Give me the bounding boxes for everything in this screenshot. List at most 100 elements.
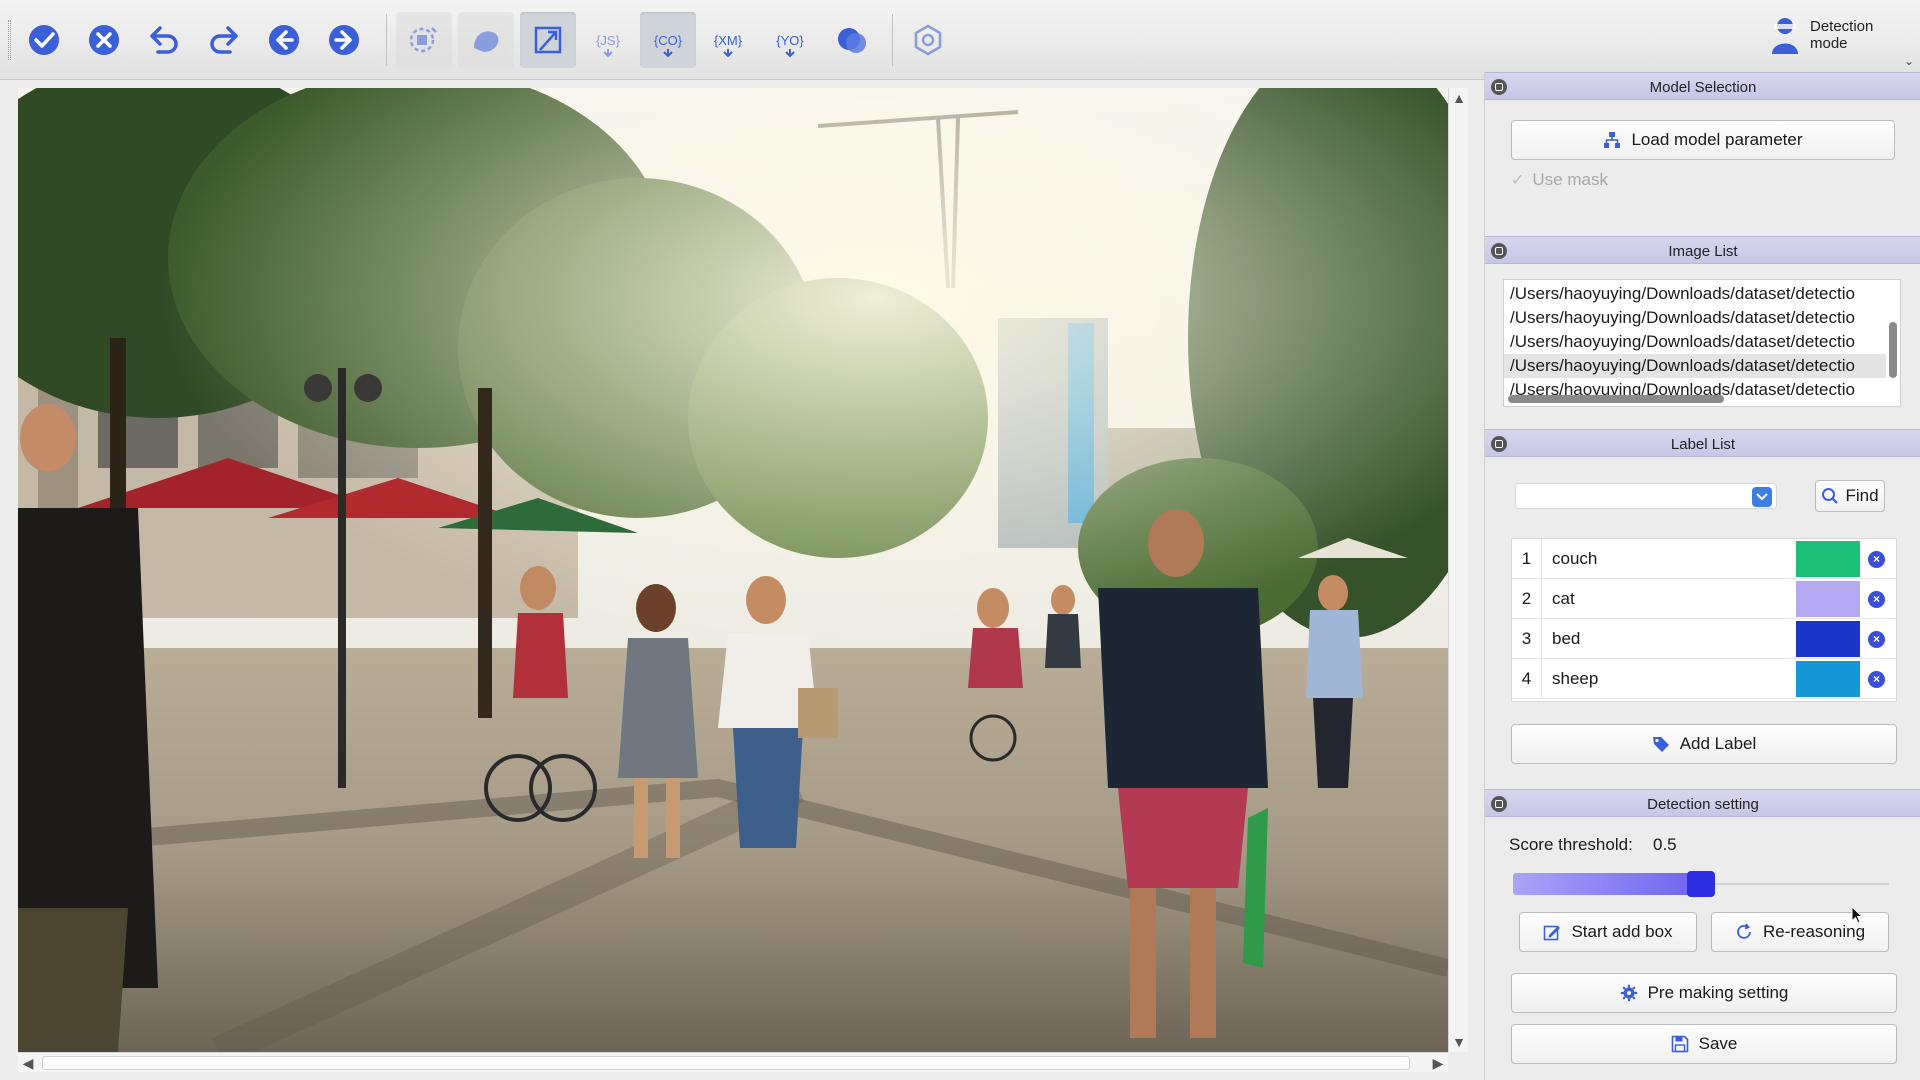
next-icon <box>329 25 359 55</box>
next-button[interactable] <box>316 12 372 68</box>
image-list-horizontal-scroll-thumb[interactable] <box>1508 395 1724 403</box>
label-name[interactable]: couch <box>1552 539 1597 579</box>
coco-export-button[interactable]: {CO} <box>640 12 696 68</box>
chevron-down-icon[interactable] <box>1752 487 1772 507</box>
re-reasoning-label: Re-reasoning <box>1762 922 1866 941</box>
label-search-combobox[interactable] <box>1515 483 1777 509</box>
chevron-right-icon[interactable]: ▶ <box>1428 1053 1448 1073</box>
polygon-button[interactable] <box>458 12 514 68</box>
model-selection-header: Model Selection <box>1485 72 1920 100</box>
image-list-item[interactable]: /Users/haoyuying/Downloads/dataset/detec… <box>1504 282 1886 306</box>
image-list-item-selected[interactable]: /Users/haoyuying/Downloads/dataset/detec… <box>1504 354 1886 378</box>
chevron-down-icon[interactable]: ⌄ <box>1904 54 1914 68</box>
horizontal-scrollbar[interactable]: ◀ ▶ <box>18 1052 1448 1072</box>
chevron-left-icon[interactable]: ◀ <box>18 1053 38 1073</box>
undo-button[interactable] <box>136 12 192 68</box>
label-color-swatch[interactable] <box>1796 581 1860 617</box>
start-add-box-label: Start add box <box>1571 922 1673 941</box>
floppy-disk-icon <box>1671 1035 1688 1053</box>
settings-icon <box>914 24 942 56</box>
gear-icon <box>1620 984 1637 1002</box>
xml-export-icon: {XM} <box>714 33 743 58</box>
delete-label-icon[interactable]: × <box>1868 671 1885 688</box>
redo-icon <box>210 26 238 54</box>
polygon-icon <box>474 31 499 52</box>
auto-label-icon <box>409 27 437 53</box>
score-threshold-slider[interactable] <box>1513 871 1889 897</box>
load-model-label: Load model parameter <box>1631 130 1803 149</box>
toolbar-separator <box>892 14 893 66</box>
delete-label-icon[interactable]: × <box>1868 591 1885 608</box>
crop-button[interactable] <box>520 12 576 68</box>
add-label-button[interactable]: Add Label <box>1511 724 1897 764</box>
chevron-down-icon[interactable]: ▼ <box>1449 1032 1469 1052</box>
canvas-area: ▲ ▼ ◀ ▶ <box>0 80 1484 1080</box>
json-export-button[interactable]: {JS} <box>580 12 636 68</box>
label-row[interactable]: 2 cat × <box>1512 579 1896 619</box>
score-threshold-value: 0.5 <box>1653 835 1677 854</box>
coco-export-icon: {CO} <box>654 33 683 58</box>
toolbar-separator <box>386 14 387 66</box>
save-button[interactable]: Save <box>1511 1024 1897 1064</box>
vertical-scrollbar[interactable]: ▲ ▼ <box>1448 88 1468 1052</box>
mouse-cursor-icon <box>1851 906 1863 924</box>
label-color-swatch[interactable] <box>1796 661 1860 697</box>
label-row[interactable]: 1 couch × <box>1512 539 1896 579</box>
delete-label-icon[interactable]: × <box>1868 631 1885 648</box>
mode-selector[interactable]: Detection mode <box>1770 16 1890 54</box>
label-name[interactable]: cat <box>1552 579 1575 619</box>
tag-icon <box>1652 737 1669 752</box>
start-add-box-button[interactable]: Start add box <box>1519 912 1697 952</box>
previous-icon <box>269 25 299 55</box>
yolo-export-button[interactable]: {YO} <box>762 12 818 68</box>
image-list-item[interactable]: /Users/haoyuying/Downloads/dataset/detec… <box>1504 306 1886 330</box>
label-color-swatch[interactable] <box>1796 621 1860 657</box>
slider-handle[interactable] <box>1687 871 1715 897</box>
label-name[interactable]: bed <box>1552 619 1580 659</box>
label-index: 4 <box>1512 659 1542 699</box>
cancel-icon <box>89 25 119 55</box>
label-color-swatch[interactable] <box>1796 541 1860 577</box>
redo-button[interactable] <box>196 12 252 68</box>
edit-box-icon <box>1544 925 1561 941</box>
label-index: 3 <box>1512 619 1542 659</box>
image-list-item[interactable]: /Users/haoyuying/Downloads/dataset/detec… <box>1504 330 1886 354</box>
auto-label-button[interactable] <box>396 12 452 68</box>
confirm-icon <box>29 25 59 55</box>
image-list[interactable]: /Users/haoyuying/Downloads/dataset/detec… <box>1503 279 1901 407</box>
chevron-up-icon[interactable]: ▲ <box>1449 88 1469 108</box>
delete-label-icon[interactable]: × <box>1868 551 1885 568</box>
horizontal-scroll-thumb[interactable] <box>42 1056 1410 1070</box>
label-list-title: Label List <box>1670 436 1736 453</box>
person-icon <box>1772 18 1798 54</box>
pre-making-setting-button[interactable]: Pre making setting <box>1511 973 1897 1013</box>
load-model-button[interactable]: Load model parameter <box>1511 120 1895 160</box>
json-export-icon: {JS} <box>596 33 621 58</box>
toolbar: {JS} {CO} {XM} {YO} Detection mode ⌄ <box>0 0 1920 80</box>
image-list-vertical-scroll-thumb[interactable] <box>1889 322 1897 378</box>
toolbar-grip[interactable] <box>8 20 11 60</box>
pre-making-setting-label: Pre making setting <box>1647 983 1789 1002</box>
use-mask-checkbox[interactable]: ✓ Use mask <box>1511 170 1608 190</box>
label-row[interactable]: 4 sheep × <box>1512 659 1896 699</box>
detection-setting-title: Detection setting <box>1647 796 1759 813</box>
find-label: Find <box>1845 486 1879 505</box>
label-index: 1 <box>1512 539 1542 579</box>
cancel-button[interactable] <box>76 12 132 68</box>
previous-button[interactable] <box>256 12 312 68</box>
confirm-button[interactable] <box>16 12 72 68</box>
checkmark-icon: ✓ <box>1511 172 1525 189</box>
mask-button[interactable] <box>824 12 880 68</box>
image-canvas[interactable] <box>18 88 1448 1052</box>
hierarchy-icon <box>1604 132 1621 148</box>
find-button[interactable]: Find <box>1815 480 1885 512</box>
detection-setting-header: Detection setting <box>1485 789 1920 817</box>
model-selection-title: Model Selection <box>1649 79 1757 96</box>
xml-export-button[interactable]: {XM} <box>700 12 756 68</box>
label-name[interactable]: sheep <box>1552 659 1598 699</box>
label-list-header: Label List <box>1485 429 1920 457</box>
label-row[interactable]: 3 bed × <box>1512 619 1896 659</box>
yolo-export-icon: {YO} <box>776 33 804 58</box>
search-icon <box>1822 488 1839 504</box>
settings-button[interactable] <box>900 12 956 68</box>
